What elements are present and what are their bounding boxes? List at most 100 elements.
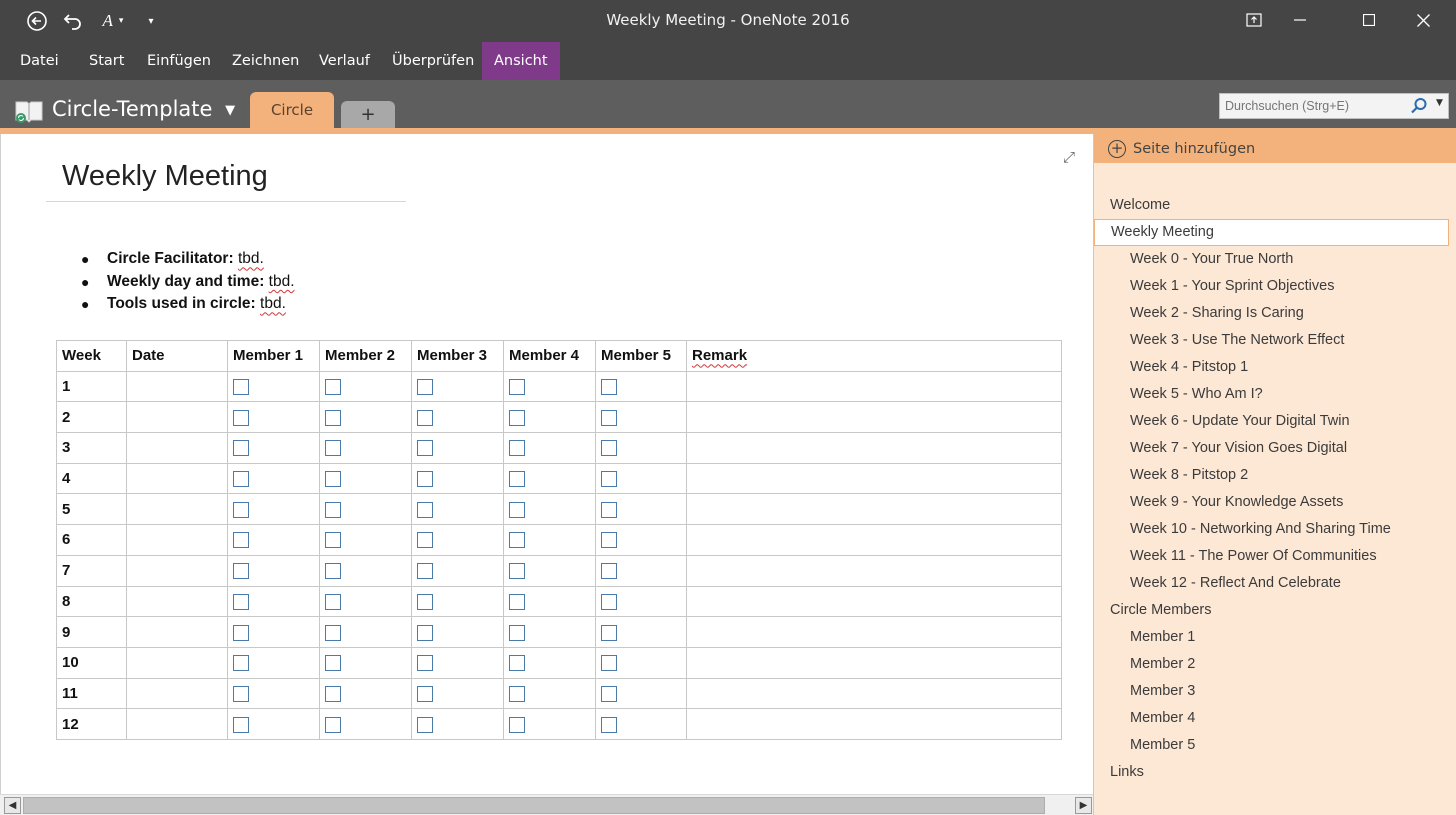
checkbox[interactable] (601, 440, 617, 457)
remark-cell[interactable] (686, 677, 1062, 710)
column-header[interactable]: Member 1 (227, 340, 320, 372)
tab-zeichnen[interactable]: Zeichnen (220, 42, 311, 80)
checkbox[interactable] (601, 655, 617, 672)
list-item[interactable]: ● Tools used in circle: tbd. (81, 293, 295, 316)
remark-cell[interactable] (686, 370, 1062, 403)
page-list-item[interactable]: Week 3 - Use The Network Effect (1094, 327, 1456, 354)
page-canvas[interactable]: Weekly Meeting ⤢ ● Circle Facilitator: t… (0, 134, 1093, 794)
checkbox[interactable] (509, 409, 525, 426)
undo-icon[interactable] (60, 8, 86, 34)
checkbox[interactable] (233, 685, 249, 702)
week-cell[interactable]: 4 (56, 462, 127, 495)
checkbox[interactable] (417, 501, 433, 518)
checkbox[interactable] (233, 379, 249, 396)
page-list-item[interactable]: Week 1 - Your Sprint Objectives (1094, 273, 1456, 300)
checkbox[interactable] (325, 593, 341, 610)
scroll-right-icon[interactable]: ▶ (1075, 797, 1092, 814)
search-scope-chevron-icon[interactable]: ▼ (1436, 98, 1443, 108)
remark-cell[interactable] (686, 401, 1062, 434)
date-cell[interactable] (126, 616, 228, 648)
tab-verlauf[interactable]: Verlauf (307, 42, 382, 80)
page-list-item[interactable]: Week 2 - Sharing Is Caring (1094, 300, 1456, 327)
checkbox[interactable] (325, 563, 341, 580)
meeting-table[interactable]: Week Date Member 1 Member 2 Member 3 Mem… (56, 340, 1062, 740)
list-item[interactable]: ● Circle Facilitator: tbd. (81, 248, 295, 271)
date-cell[interactable] (126, 646, 228, 679)
date-cell[interactable] (126, 370, 228, 403)
checkbox[interactable] (509, 471, 525, 488)
remark-cell[interactable] (686, 432, 1062, 464)
page-list-item[interactable]: Week 5 - Who Am I? (1094, 381, 1456, 408)
checkbox[interactable] (509, 655, 525, 672)
search-input[interactable] (1220, 94, 1400, 118)
page-list-item[interactable]: Welcome (1094, 192, 1456, 219)
checkbox[interactable] (509, 685, 525, 702)
page-list-item[interactable]: Member 5 (1094, 732, 1456, 759)
week-cell[interactable]: 7 (56, 554, 127, 587)
column-header[interactable]: Remark (686, 340, 1062, 372)
date-cell[interactable] (126, 677, 228, 710)
checkbox[interactable] (325, 471, 341, 488)
checkbox[interactable] (325, 409, 341, 426)
week-cell[interactable]: 12 (56, 708, 127, 740)
week-cell[interactable]: 1 (56, 370, 127, 403)
maximize-icon[interactable] (1346, 0, 1392, 40)
checkbox[interactable] (233, 716, 249, 733)
checkbox[interactable] (417, 532, 433, 549)
page-list-item[interactable]: Week 6 - Update Your Digital Twin (1094, 408, 1456, 435)
checkbox[interactable] (417, 471, 433, 488)
expand-icon[interactable]: ⤢ (1063, 148, 1075, 166)
column-header[interactable]: Member 3 (411, 340, 504, 372)
page-list-item[interactable]: Circle Members (1094, 597, 1456, 624)
tab-start[interactable]: Start (77, 42, 136, 80)
checkbox[interactable] (325, 532, 341, 549)
customize-icon[interactable]: ▾ (138, 8, 164, 34)
remark-cell[interactable] (686, 493, 1062, 526)
checkbox[interactable] (233, 440, 249, 457)
page-list-item[interactable]: Links (1094, 759, 1456, 786)
back-icon[interactable] (24, 8, 50, 34)
week-cell[interactable]: 3 (56, 432, 127, 464)
date-cell[interactable] (126, 585, 228, 618)
checkbox[interactable] (417, 655, 433, 672)
date-cell[interactable] (126, 524, 228, 556)
checkbox[interactable] (601, 716, 617, 733)
checkbox[interactable] (509, 532, 525, 549)
checkbox[interactable] (325, 379, 341, 396)
restore-icon[interactable] (1231, 0, 1277, 40)
remark-cell[interactable] (686, 554, 1062, 587)
page-list-item[interactable]: Week 10 - Networking And Sharing Time (1094, 516, 1456, 543)
week-cell[interactable]: 9 (56, 616, 127, 648)
page-list-item[interactable]: Member 2 (1094, 651, 1456, 678)
remark-cell[interactable] (686, 524, 1062, 556)
page-list-item[interactable]: Week 11 - The Power Of Communities (1094, 543, 1456, 570)
date-cell[interactable] (126, 554, 228, 587)
checkbox[interactable] (601, 471, 617, 488)
add-page-button[interactable]: + Seite hinzufügen (1094, 134, 1456, 163)
checkbox[interactable] (233, 409, 249, 426)
checkbox[interactable] (233, 593, 249, 610)
search-icon[interactable] (1410, 97, 1428, 119)
checkbox[interactable] (509, 624, 525, 641)
checkbox[interactable] (325, 716, 341, 733)
column-header[interactable]: Member 2 (319, 340, 412, 372)
checkbox[interactable] (325, 501, 341, 518)
tab-datei[interactable]: Datei (8, 42, 71, 80)
checkbox[interactable] (417, 716, 433, 733)
checkbox[interactable] (417, 379, 433, 396)
week-cell[interactable]: 10 (56, 646, 127, 679)
date-cell[interactable] (126, 462, 228, 495)
checkbox[interactable] (233, 501, 249, 518)
checkbox[interactable] (601, 501, 617, 518)
date-cell[interactable] (126, 432, 228, 464)
week-cell[interactable]: 6 (56, 524, 127, 556)
checkbox[interactable] (509, 563, 525, 580)
checkbox[interactable] (509, 716, 525, 733)
checkbox[interactable] (417, 685, 433, 702)
remark-cell[interactable] (686, 462, 1062, 495)
page-list-item[interactable]: Week 0 - Your True North (1094, 246, 1456, 273)
column-header[interactable]: Member 4 (503, 340, 596, 372)
horizontal-scrollbar[interactable]: ◀ ▶ (0, 794, 1093, 815)
checkbox[interactable] (601, 409, 617, 426)
list-item[interactable]: ● Weekly day and time: tbd. (81, 271, 295, 294)
